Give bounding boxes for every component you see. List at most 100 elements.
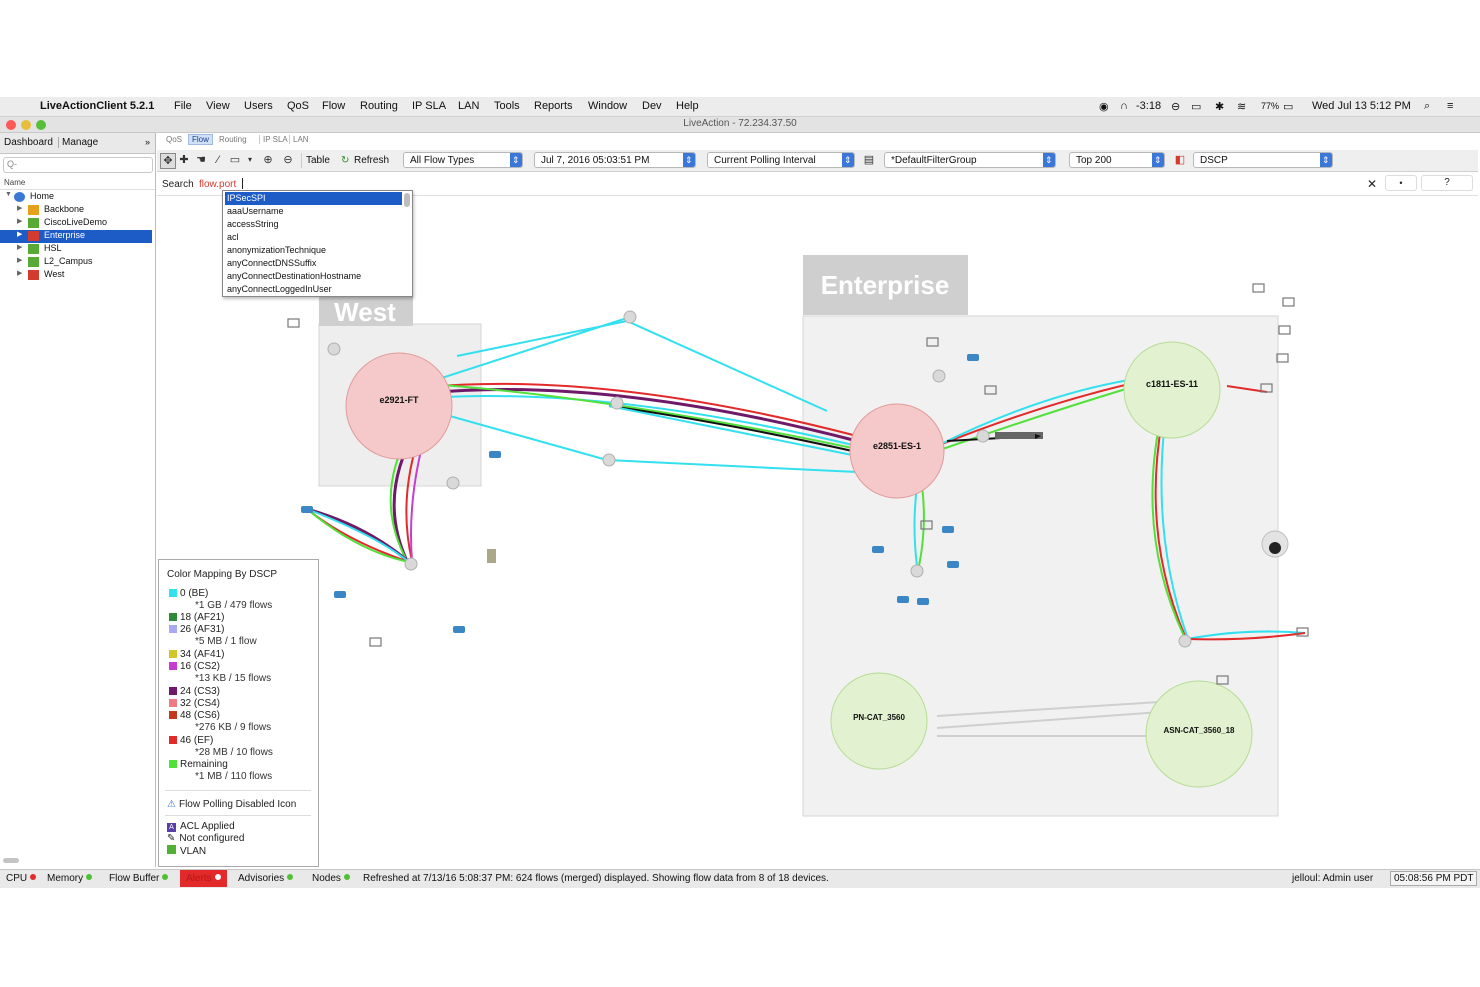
pan-tool-icon[interactable]: ✥ <box>160 153 176 169</box>
status-flow-buffer[interactable]: Flow Buffer <box>109 873 169 884</box>
color-by-select[interactable]: DSCP <box>1193 152 1333 168</box>
suggestion-scrollbar[interactable] <box>404 193 410 207</box>
computer-icon[interactable] <box>287 318 300 328</box>
suggestion-item[interactable]: anyConnectLoggedInUser <box>225 283 402 296</box>
ip-phone-icon[interactable] <box>489 451 501 458</box>
ip-phone-icon[interactable] <box>942 526 954 533</box>
status-cpu[interactable]: CPU <box>6 873 37 884</box>
draw-line-icon[interactable]: ⁄ <box>211 153 225 167</box>
tree-search-input[interactable]: Q- <box>3 157 153 173</box>
device-node[interactable] <box>327 342 341 356</box>
suggestion-item[interactable]: acl <box>225 231 402 244</box>
horizontal-scrollbar[interactable] <box>3 858 19 863</box>
zoom-out-icon[interactable]: ⊖ <box>281 153 295 167</box>
menu-view[interactable]: View <box>206 100 230 112</box>
computer-icon[interactable] <box>369 637 382 647</box>
device-node[interactable] <box>602 453 616 467</box>
menu-qos[interactable]: QoS <box>287 100 309 112</box>
computer-icon[interactable] <box>1278 325 1291 335</box>
menu-reports[interactable]: Reports <box>534 100 573 112</box>
record-icon[interactable]: ◉ <box>1099 100 1109 113</box>
menu-help[interactable]: Help <box>676 100 699 112</box>
tree-node-l2-campus[interactable]: ▶ L2_Campus <box>0 256 152 269</box>
ip-phone-icon[interactable] <box>872 546 884 553</box>
flow-link[interactable] <box>456 320 628 357</box>
tab-dashboard[interactable]: Dashboard <box>4 137 53 148</box>
bluetooth-icon[interactable]: ✱ <box>1215 100 1224 113</box>
expand-arrow-icon[interactable]: ▶ <box>17 230 22 238</box>
zoom-window-icon[interactable] <box>36 120 46 130</box>
suggestion-item[interactable]: anonymizationTechnique <box>225 244 402 257</box>
refresh-icon[interactable]: ↻ <box>341 153 349 168</box>
expand-arrow-icon[interactable]: ▼ <box>5 191 12 198</box>
menu-file[interactable]: File <box>174 100 192 112</box>
device-node[interactable] <box>976 429 990 443</box>
suggestion-item[interactable]: aaaUsername <box>225 205 402 218</box>
router-c1811[interactable] <box>1123 341 1221 439</box>
collapse-panel-icon[interactable]: » <box>145 137 150 147</box>
headphones-icon[interactable]: ∩ <box>1120 100 1128 112</box>
ip-phone-icon[interactable] <box>967 354 979 361</box>
tree-node-backbone[interactable]: ▶ Backbone <box>0 204 152 217</box>
help-button[interactable]: ? <box>1421 175 1473 191</box>
suggestion-item[interactable]: anyConnectDNSSuffix <box>225 257 402 270</box>
tab-routing[interactable]: Routing <box>219 135 247 144</box>
select-box-icon[interactable]: ▭ <box>228 153 242 167</box>
status-advisories[interactable]: Advisories <box>238 873 294 884</box>
filter-edit-icon[interactable]: ▤ <box>862 153 876 167</box>
device-node[interactable] <box>1178 634 1192 648</box>
menu-lan[interactable]: LAN <box>458 100 479 112</box>
computer-icon[interactable] <box>1282 297 1295 307</box>
datetime-select[interactable]: Jul 7, 2016 05:03:51 PM <box>534 152 696 168</box>
device-node[interactable] <box>610 396 624 410</box>
refresh-button[interactable]: Refresh <box>354 153 389 168</box>
device-node[interactable] <box>446 476 460 490</box>
wifi-icon[interactable]: ≋ <box>1237 100 1246 113</box>
computer-icon[interactable] <box>1276 353 1289 363</box>
server-icon[interactable] <box>487 549 496 563</box>
tab-lan[interactable]: LAN <box>289 135 309 144</box>
status-nodes[interactable]: Nodes <box>312 873 350 884</box>
ip-phone-icon[interactable] <box>453 626 465 633</box>
expand-arrow-icon[interactable]: ▶ <box>17 269 22 277</box>
tab-manage[interactable]: Manage <box>58 137 98 148</box>
suggestion-item[interactable]: accessString <box>225 218 402 231</box>
menu-users[interactable]: Users <box>244 100 273 112</box>
interval-select[interactable]: Current Polling Interval <box>707 152 855 168</box>
battery-icon[interactable]: ▭ <box>1283 100 1293 113</box>
expand-arrow-icon[interactable]: ▶ <box>17 204 22 212</box>
menu-routing[interactable]: Routing <box>360 100 398 112</box>
ip-phone-icon[interactable] <box>334 591 346 598</box>
suggestion-item[interactable]: anyConnectDestinationHostname <box>225 270 402 283</box>
tree-node-hsl[interactable]: ▶ HSL <box>0 243 152 256</box>
device-node[interactable] <box>623 310 637 324</box>
move-tool-icon[interactable]: ✚ <box>177 153 191 167</box>
search-options-button[interactable]: • <box>1385 175 1417 191</box>
top-n-select[interactable]: Top 200 <box>1069 152 1165 168</box>
suggestion-item[interactable]: IPSecSPI <box>225 192 402 205</box>
table-button[interactable]: Table <box>301 153 330 168</box>
flow-link[interactable] <box>626 320 828 412</box>
airplay-icon[interactable]: ▭ <box>1191 100 1201 113</box>
menu-ipsla[interactable]: IP SLA <box>412 100 446 112</box>
menu-flow[interactable]: Flow <box>322 100 345 112</box>
expand-arrow-icon[interactable]: ▶ <box>17 256 22 264</box>
spotlight-icon[interactable]: ⌕ <box>1424 100 1430 113</box>
expand-arrow-icon[interactable]: ▶ <box>17 217 22 225</box>
tree-node-ciscolivedemo[interactable]: ▶ CiscoLiveDemo <box>0 217 152 230</box>
tab-flow[interactable]: Flow <box>188 134 213 145</box>
menu-window[interactable]: Window <box>588 100 627 112</box>
flow-link[interactable] <box>426 387 858 443</box>
hand-tool-icon[interactable]: ☚ <box>194 153 208 167</box>
clear-search-icon[interactable]: ✕ <box>1367 177 1377 191</box>
device-node[interactable] <box>910 564 924 578</box>
device-node[interactable] <box>404 557 418 571</box>
tool-menu-arrow-icon[interactable]: ▾ <box>243 153 257 167</box>
tree-node-enterprise[interactable]: ▶ Enterprise <box>0 230 152 243</box>
minimize-window-icon[interactable] <box>21 120 31 130</box>
filter-group-select[interactable]: *DefaultFilterGroup <box>884 152 1056 168</box>
color-palette-icon[interactable]: ◧ <box>1173 153 1187 167</box>
device-node[interactable] <box>932 369 946 383</box>
flow-types-select[interactable]: All Flow Types <box>403 152 523 168</box>
menu-tools[interactable]: Tools <box>494 100 520 112</box>
